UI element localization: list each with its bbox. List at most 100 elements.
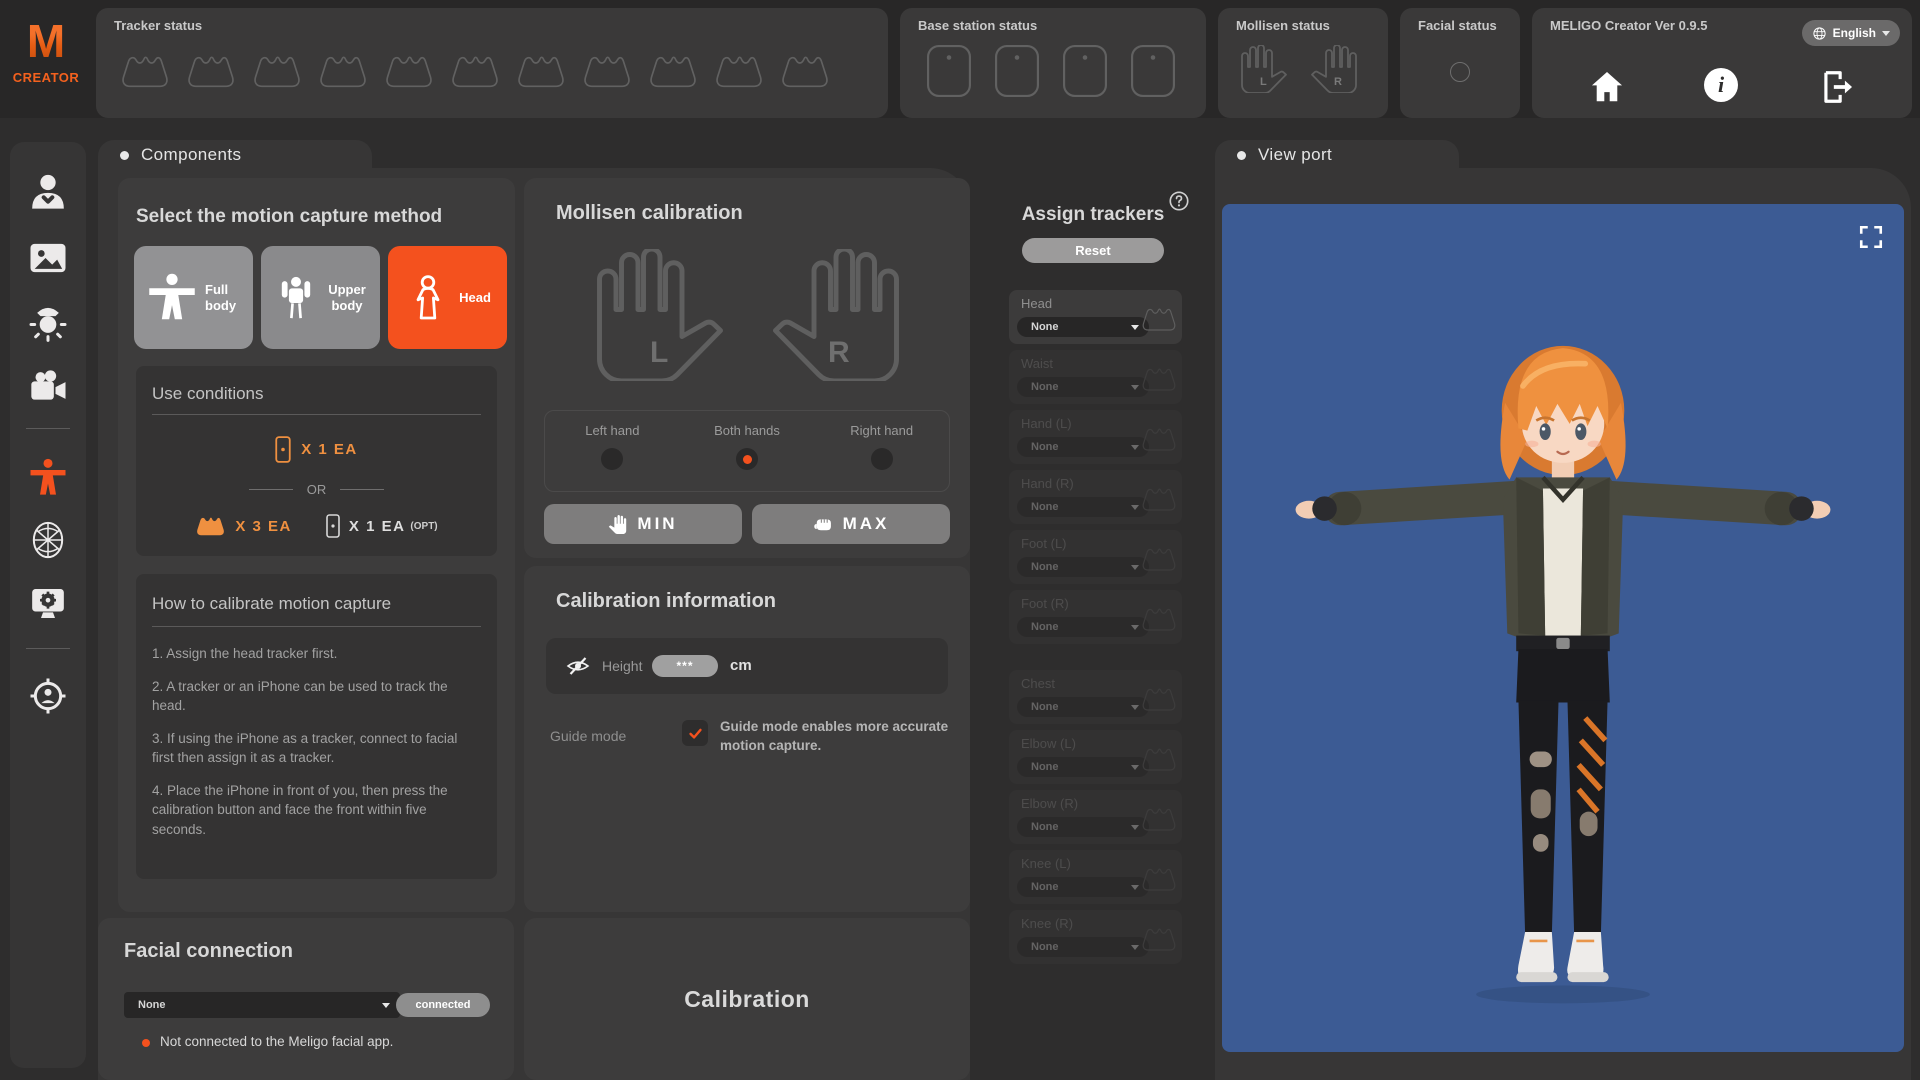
tracker-select[interactable]: None	[1017, 437, 1149, 457]
iphone-icon	[326, 514, 340, 538]
tab-components[interactable]: Components	[98, 140, 372, 170]
radio-left-hand[interactable]	[601, 448, 623, 470]
reset-button[interactable]: Reset	[1022, 238, 1164, 263]
sidebar-item-motion-capture[interactable]	[28, 458, 68, 498]
logo-text: CREATOR	[12, 70, 80, 85]
open-hand-icon	[608, 515, 627, 534]
logo-mark: M	[12, 18, 80, 64]
facial-status-indicator	[1450, 62, 1470, 82]
chevron-down-icon	[1131, 945, 1139, 950]
guide-mode-checkbox[interactable]	[682, 720, 708, 746]
capture-method-card: Select the motion capture method Full bo…	[118, 178, 515, 912]
sidebar-item-background-image[interactable]	[28, 238, 68, 278]
tracker-select[interactable]: None	[1017, 617, 1149, 637]
sidebar-item-facial-capture[interactable]	[28, 520, 68, 560]
method-upper-body-button[interactable]: Upper body	[261, 246, 380, 349]
tracker-select[interactable]: None	[1017, 757, 1149, 777]
language-selector[interactable]: English	[1802, 20, 1900, 46]
tracker-assign-row-foot-r: Foot (R) None	[1009, 590, 1182, 644]
radio-both-hands[interactable]	[736, 448, 758, 470]
sidebar-item-lighting[interactable]	[28, 302, 68, 342]
facial-connect-button[interactable]: connected	[396, 993, 490, 1017]
base-station-icon	[1130, 44, 1176, 98]
height-value-field[interactable]: ***	[652, 655, 718, 677]
sidebar-item-camera[interactable]	[28, 368, 68, 408]
tracker-icon	[1141, 686, 1177, 712]
use-conditions-card: Use conditions X 1 EA OR X 3 EA X 1 EA	[136, 366, 497, 556]
left-hand-letter: L	[650, 336, 668, 370]
tracker-assign-row-head: Head None	[1009, 290, 1182, 344]
tracker-assign-row-hand-r: Hand (R) None	[1009, 470, 1182, 524]
tracker-icon	[582, 52, 632, 90]
tracker-icon	[1141, 866, 1177, 892]
calibration-button[interactable]: Calibration	[524, 918, 970, 1080]
sidebar-divider	[26, 648, 70, 649]
tracker-status-label: Tracker status	[114, 18, 202, 33]
sidebar-item-avatar[interactable]	[28, 172, 68, 212]
reset-label: Reset	[1075, 243, 1110, 258]
tracker-select[interactable]: None	[1017, 557, 1149, 577]
tracker-assign-row-hand-l: Hand (L) None	[1009, 410, 1182, 464]
exit-button[interactable]	[1818, 68, 1856, 106]
facial-connect-label: connected	[415, 999, 470, 1011]
eye-off-icon[interactable]	[566, 654, 590, 678]
base-station-label: Base station status	[918, 18, 1037, 33]
sidebar-item-tracking-target[interactable]	[28, 676, 68, 716]
base-station-icon	[926, 44, 972, 98]
guide-mode-label: Guide mode	[550, 728, 626, 744]
tracker-assign-row-foot-l: Foot (L) None	[1009, 530, 1182, 584]
tracker-select[interactable]: None	[1017, 817, 1149, 837]
check-icon	[687, 725, 704, 742]
facial-status-dot	[142, 1039, 150, 1047]
radio-right-hand[interactable]	[871, 448, 893, 470]
height-value: ***	[676, 659, 693, 673]
fist-icon	[813, 514, 833, 534]
calibration-information-title: Calibration information	[556, 590, 776, 613]
viewport-3d-canvas[interactable]	[1222, 204, 1904, 1052]
method-head-button[interactable]: Head	[388, 246, 507, 349]
tracker-select[interactable]: None	[1017, 497, 1149, 517]
divider	[152, 626, 481, 627]
tracker-select[interactable]: None	[1017, 317, 1149, 337]
tracker-icon	[252, 52, 302, 90]
tracker-icon	[714, 52, 764, 90]
tab-viewport[interactable]: View port	[1215, 140, 1459, 170]
language-label: English	[1833, 26, 1876, 40]
facial-device-value: None	[138, 999, 166, 1011]
how-to-step: 2. A tracker or an iPhone can be used to…	[152, 677, 477, 716]
tracker-icon	[195, 515, 226, 537]
radio-left-hand-label: Left hand	[585, 423, 639, 438]
chevron-down-icon	[1131, 885, 1139, 890]
min-calibration-button[interactable]: MIN	[544, 504, 742, 544]
info-button[interactable]: i	[1704, 68, 1738, 102]
sidebar-item-system-settings[interactable]	[28, 584, 68, 624]
capture-method-title: Select the motion capture method	[136, 206, 442, 228]
facial-status-label: Facial status	[1418, 18, 1497, 33]
use-condition-option3-suffix: (OPT)	[410, 521, 437, 532]
fullscreen-icon[interactable]	[1858, 224, 1884, 250]
tracker-select[interactable]: None	[1017, 697, 1149, 717]
home-button[interactable]	[1588, 68, 1626, 106]
tracker-icon	[384, 52, 434, 90]
mollisen-calibration-card: Mollisen calibration L R Left hand Both …	[524, 178, 970, 558]
facial-device-select[interactable]: None	[124, 992, 400, 1018]
calibration-button-label: Calibration	[684, 986, 810, 1013]
max-calibration-button[interactable]: MAX	[752, 504, 950, 544]
base-station-icon	[994, 44, 1040, 98]
chevron-down-icon	[1882, 31, 1890, 36]
tracker-select[interactable]: None	[1017, 377, 1149, 397]
max-label: MAX	[843, 514, 890, 534]
viewport-panel	[1215, 168, 1911, 1080]
tracker-icon	[186, 52, 236, 90]
tracker-assign-row-knee-r: Knee (R) None	[1009, 910, 1182, 964]
tracker-icon	[450, 52, 500, 90]
upper-body-icon	[273, 275, 319, 321]
radio-both-hands-label: Both hands	[714, 423, 780, 438]
tracker-icon	[1141, 486, 1177, 512]
method-full-body-button[interactable]: Full body	[134, 246, 253, 349]
or-label: OR	[307, 482, 327, 497]
tracker-select[interactable]: None	[1017, 937, 1149, 957]
tracker-select[interactable]: None	[1017, 877, 1149, 897]
tracker-icon	[1141, 546, 1177, 572]
use-conditions-title: Use conditions	[152, 384, 264, 404]
